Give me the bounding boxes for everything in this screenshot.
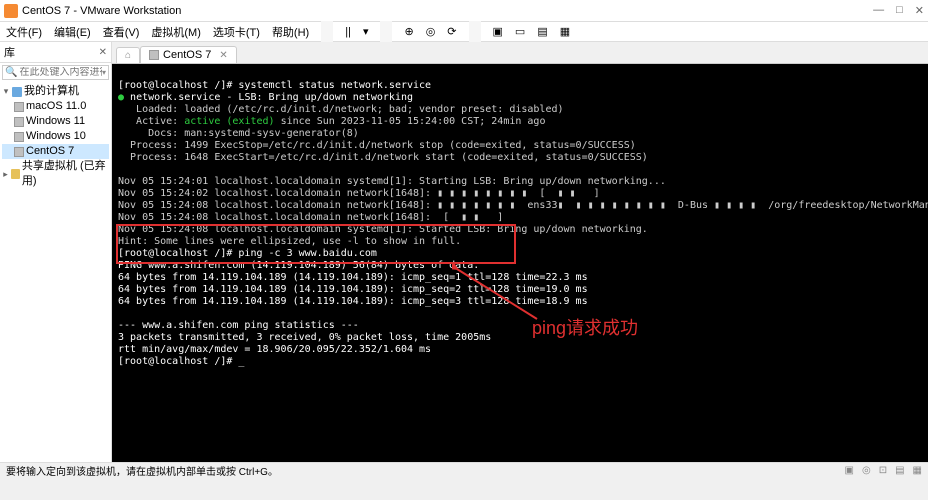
terminal[interactable]: [root@localhost /]# systemctl status net… xyxy=(118,68,922,368)
tab-centos7[interactable]: CentOS 7 ✕ xyxy=(140,46,237,63)
sidebar-close-icon[interactable]: ✕ xyxy=(99,47,107,58)
device-icon[interactable]: ⊡ xyxy=(879,465,887,476)
tree-item[interactable]: Windows 10 xyxy=(2,129,109,144)
home-icon: ⌂ xyxy=(125,50,131,61)
pause-button[interactable]: || xyxy=(345,26,351,38)
tree-item[interactable]: Windows 11 xyxy=(2,114,109,129)
menu-file[interactable]: 文件(F) xyxy=(6,24,42,40)
menu-view[interactable]: 查看(V) xyxy=(103,24,140,40)
window-titlebar: CentOS 7 - VMware Workstation — □ ✕ xyxy=(0,0,928,22)
device-icon[interactable]: ▤ xyxy=(895,465,904,476)
tab-close-icon[interactable]: ✕ xyxy=(219,50,227,61)
minimize-button[interactable]: — xyxy=(873,4,884,17)
send-ctrlaltdel-icon[interactable]: ⊕ xyxy=(404,25,413,38)
sidebar-search[interactable]: 🔍 ▾ xyxy=(2,65,109,80)
tree-root[interactable]: ▾我的计算机 xyxy=(2,84,109,99)
app-icon xyxy=(4,4,18,18)
device-icon[interactable]: ▣ xyxy=(845,465,854,476)
tree-item[interactable]: macOS 11.0 xyxy=(2,99,109,114)
sidebar-header: 库 ✕ xyxy=(0,42,111,63)
close-button[interactable]: ✕ xyxy=(915,4,924,17)
unity-icon[interactable]: ▣ xyxy=(493,25,503,38)
window-title: CentOS 7 - VMware Workstation xyxy=(22,5,873,17)
tab-home[interactable]: ⌂ xyxy=(116,47,140,63)
statusbar-text: 要将输入定向到该虚拟机，请在虚拟机内部单击或按 Ctrl+G。 xyxy=(6,463,278,478)
tab-label: CentOS 7 xyxy=(163,49,211,61)
tab-strip: ⌂ CentOS 7 ✕ xyxy=(112,42,928,64)
menu-tabs[interactable]: 选项卡(T) xyxy=(213,24,260,40)
annotation-text: ping请求成功 xyxy=(532,314,638,340)
toolbar-dropdown-icon[interactable]: ▾ xyxy=(363,25,369,38)
terminal-viewport[interactable]: [root@localhost /]# systemctl status net… xyxy=(112,64,928,462)
menubar: 文件(F) 编辑(E) 查看(V) 虚拟机(M) 选项卡(T) 帮助(H) ||… xyxy=(0,22,928,42)
sidebar-title: 库 xyxy=(4,44,99,60)
capture-icon[interactable]: ⟳ xyxy=(447,25,456,38)
vm-tree: ▾我的计算机 macOS 11.0 Windows 11 Windows 10 … xyxy=(0,82,111,191)
tree-item-selected[interactable]: CentOS 7 xyxy=(2,144,109,159)
maximize-button[interactable]: □ xyxy=(896,4,903,17)
console-icon[interactable]: ▤ xyxy=(537,25,547,38)
device-icon[interactable]: ◎ xyxy=(862,465,871,476)
search-input[interactable] xyxy=(19,67,102,78)
menu-vm[interactable]: 虚拟机(M) xyxy=(151,24,201,40)
statusbar: 要将输入定向到该虚拟机，请在虚拟机内部单击或按 Ctrl+G。 ▣ ◎ ⊡ ▤ … xyxy=(0,462,928,478)
search-dropdown-icon[interactable]: ▾ xyxy=(102,68,106,77)
search-icon: 🔍 xyxy=(5,67,17,78)
library-sidebar: 库 ✕ 🔍 ▾ ▾我的计算机 macOS 11.0 Windows 11 Win… xyxy=(0,42,112,462)
fullscreen-icon[interactable]: ▭ xyxy=(515,25,525,38)
menu-edit[interactable]: 编辑(E) xyxy=(54,24,91,40)
main-pane: ⌂ CentOS 7 ✕ [root@localhost /]# systemc… xyxy=(112,42,928,462)
device-icon[interactable]: ▦ xyxy=(913,465,922,476)
snapshot-icon[interactable]: ◎ xyxy=(426,25,436,38)
restore-icon[interactable]: ▦ xyxy=(560,25,570,38)
tree-shared[interactable]: ▸共享虚拟机 (已弃用) xyxy=(2,159,109,189)
menu-help[interactable]: 帮助(H) xyxy=(272,24,309,40)
